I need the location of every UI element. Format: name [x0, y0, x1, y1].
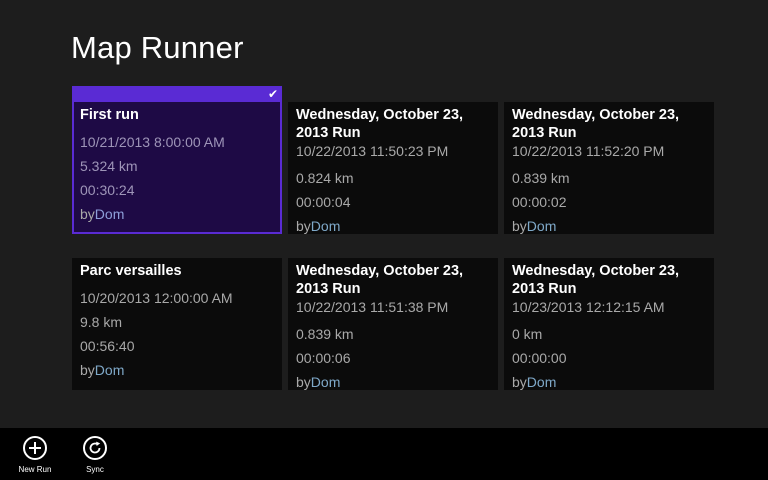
sync-button[interactable]: Sync — [70, 436, 120, 474]
run-author-prefix: by — [296, 218, 311, 234]
run-tile[interactable]: Wednesday, October 23, 2013 Run 10/22/20… — [288, 102, 498, 234]
run-author-prefix: by — [80, 362, 95, 378]
run-distance: 0.839 km — [296, 326, 354, 342]
runs-grid: ✔ First run 10/21/2013 8:00:00 AM 5.324 … — [72, 86, 722, 396]
run-distance: 0.824 km — [296, 170, 354, 186]
app-window: Map Runner ✔ First run 10/21/2013 8:00:0… — [0, 0, 768, 480]
run-duration: 00:00:00 — [512, 350, 567, 366]
refresh-icon — [83, 436, 107, 460]
run-author-prefix: by — [512, 218, 527, 234]
run-distance: 9.8 km — [80, 314, 123, 330]
run-title: Wednesday, October 23, 2013 Run — [296, 107, 464, 141]
run-date: 10/23/2013 12:12:15 AM — [512, 299, 665, 315]
selection-bar — [72, 86, 282, 102]
run-duration: 00:00:06 — [296, 350, 351, 366]
run-author: byDom — [80, 358, 276, 382]
checkmark-icon: ✔ — [267, 87, 278, 101]
run-tile[interactable]: Wednesday, October 23, 2013 Run 10/23/20… — [504, 258, 714, 390]
run-author-prefix: by — [296, 374, 311, 390]
run-distance: 0.839 km — [512, 170, 570, 186]
run-author-prefix: by — [80, 206, 95, 222]
run-date: 10/22/2013 11:50:23 PM — [296, 143, 449, 159]
run-duration: 00:30:24 — [80, 182, 135, 198]
run-date: 10/22/2013 11:51:38 PM — [296, 299, 449, 315]
run-tile[interactable]: Wednesday, October 23, 2013 Run 10/22/20… — [504, 102, 714, 234]
run-tile[interactable]: Wednesday, October 23, 2013 Run 10/22/20… — [288, 258, 498, 390]
run-author: byDom — [512, 370, 708, 394]
run-title: Wednesday, October 23, 2013 Run — [512, 263, 680, 297]
run-author-prefix: by — [512, 374, 527, 390]
run-author: byDom — [296, 370, 492, 394]
run-tile-first-run[interactable]: ✔ First run 10/21/2013 8:00:00 AM 5.324 … — [72, 86, 282, 234]
new-run-label: New Run — [18, 465, 52, 474]
run-distance: 0 km — [512, 326, 543, 342]
run-tile[interactable]: Parc versailles 10/20/2013 12:00:00 AM 9… — [72, 258, 282, 390]
run-author-name: Dom — [310, 218, 341, 234]
run-title: Parc versailles — [80, 263, 182, 279]
run-date: 10/20/2013 12:00:00 AM — [80, 290, 233, 306]
new-run-button[interactable]: New Run — [10, 436, 60, 474]
run-title: Wednesday, October 23, 2013 Run — [296, 263, 464, 297]
run-title: First run — [80, 107, 139, 123]
run-distance: 5.324 km — [80, 158, 138, 174]
run-duration: 00:00:02 — [512, 194, 567, 210]
add-icon — [23, 436, 47, 460]
run-duration: 00:56:40 — [80, 338, 135, 354]
run-duration: 00:00:04 — [296, 194, 351, 210]
run-author-name: Dom — [94, 362, 125, 378]
app-bar: New Run Sync — [0, 428, 768, 480]
run-title: Wednesday, October 23, 2013 Run — [512, 107, 680, 141]
run-author-name: Dom — [310, 374, 341, 390]
run-author: byDom — [80, 202, 274, 226]
run-author: byDom — [296, 214, 492, 238]
run-author-name: Dom — [526, 218, 557, 234]
run-author: byDom — [512, 214, 708, 238]
page-title: Map Runner — [71, 30, 244, 65]
run-date: 10/21/2013 8:00:00 AM — [80, 134, 225, 150]
sync-label: Sync — [86, 465, 104, 474]
run-author-name: Dom — [526, 374, 557, 390]
run-date: 10/22/2013 11:52:20 PM — [512, 143, 665, 159]
run-author-name: Dom — [94, 206, 125, 222]
